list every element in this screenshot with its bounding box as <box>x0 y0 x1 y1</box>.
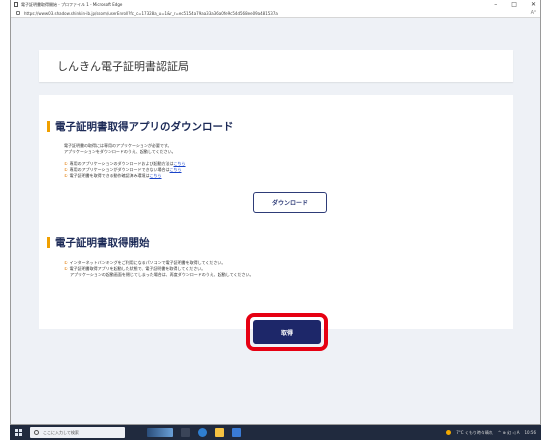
bullet-text: 専用のアプリケーションがダウンロードできない場合は <box>69 167 170 172</box>
maximize-button[interactable]: □ <box>511 0 517 9</box>
search-placeholder: ここに入力して検索 <box>43 429 79 435</box>
intro-line-2: アプリケーションをダウンロードのうえ、起動してください。 <box>64 149 176 154</box>
taskbar: ここに入力して検索 7°C くもり時々晴れ ^ ⊕ 幻 ◁ A 10:56 <box>10 425 541 440</box>
browser-window: 電子証明書取得開始 - プロファイル 1 - Microsoft Edge – … <box>10 0 541 425</box>
close-button[interactable]: ✕ <box>531 0 536 9</box>
task-view-icon[interactable] <box>181 428 190 437</box>
taskbar-search-input[interactable]: ここに入力して検索 <box>30 427 125 438</box>
info-icon: ① <box>64 161 68 166</box>
page-content: しんきん電子証明書認証局 電子証明書取得アプリのダウンロード 電子証明書の取得に… <box>11 17 540 424</box>
title-bar: 電子証明書取得開始 - プロファイル 1 - Microsoft Edge – … <box>11 0 540 9</box>
link-supported-env[interactable]: こちら <box>150 173 162 178</box>
clock[interactable]: 10:56 <box>524 430 536 435</box>
bullet-text: 電子証明書を取得できる動作確認済み環境は <box>69 173 150 178</box>
site-header: しんきん電子証明書認証局 <box>39 50 513 82</box>
system-tray: 7°C くもり時々晴れ ^ ⊕ 幻 ◁ A 10:56 <box>446 425 536 440</box>
note-text: 電子証明書取得アプリを起動した状態で、電子証明書を取得してください。 <box>69 266 206 271</box>
bullet-supported-env: ① 電子証明書を取得できる動作確認済み環境はこちら <box>64 173 162 179</box>
highlight-frame: 取得 <box>246 313 328 351</box>
info-icon: ① <box>64 167 68 172</box>
start-section-title: 電子証明書取得開始 <box>47 235 150 250</box>
window-controls: – □ ✕ <box>494 0 536 9</box>
info-icon: ① <box>64 173 68 178</box>
download-section-title-text: 電子証明書取得アプリのダウンロード <box>55 121 234 133</box>
info-icon: ① <box>64 266 68 271</box>
url-text[interactable]: https://www03.shadow.shinkin-ib.jp/ssom/… <box>24 11 278 16</box>
minimize-button[interactable]: – <box>494 0 497 9</box>
site-title: しんきん電子証明書認証局 <box>57 60 189 73</box>
download-section-title: 電子証明書取得アプリのダウンロード <box>47 119 234 134</box>
note-text: インターネットバンキングをご利用になるパソコンで電子証明書を取得してください。 <box>69 260 226 265</box>
lock-icon[interactable] <box>16 11 20 15</box>
landscape-widget-icon[interactable] <box>147 428 173 437</box>
search-icon <box>34 430 39 435</box>
start-icon[interactable] <box>15 429 22 436</box>
weather-text[interactable]: 7°C くもり時々晴れ <box>456 430 493 436</box>
note-continuation: アプリケーションの起動画面を閉じてしまった場合は、再度ダウンロードのうえ、起動し… <box>70 272 254 277</box>
link-cannot-download[interactable]: こちら <box>170 167 182 172</box>
page-icon <box>14 2 18 7</box>
photos-icon[interactable] <box>232 428 241 437</box>
get-certificate-button[interactable]: 取得 <box>253 320 321 344</box>
reader-mode-icon[interactable]: A⁰ <box>531 10 536 16</box>
bullet-text: 専用のアプリケーションのダウンロードおよび起動方法は <box>69 161 174 166</box>
info-icon: ① <box>64 260 68 265</box>
window-title: 電子証明書取得開始 - プロファイル 1 - Microsoft Edge <box>21 1 123 7</box>
folder-icon[interactable] <box>215 428 224 437</box>
main-card: 電子証明書取得アプリのダウンロード 電子証明書の取得には専用のアプリケーションが… <box>39 95 513 351</box>
tray-icons[interactable]: ^ ⊕ 幻 ◁ A <box>498 430 520 436</box>
section-marker <box>47 237 50 248</box>
weather-icon[interactable] <box>446 430 452 435</box>
edge-icon[interactable] <box>198 428 207 437</box>
start-section-title-text: 電子証明書取得開始 <box>55 237 150 249</box>
section-marker <box>47 121 50 132</box>
link-download-method[interactable]: こちら <box>174 161 186 166</box>
download-button[interactable]: ダウンロード <box>253 192 327 213</box>
